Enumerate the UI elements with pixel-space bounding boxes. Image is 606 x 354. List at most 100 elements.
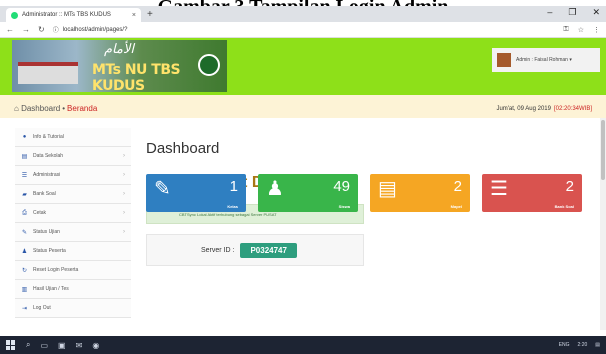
sidebar-item[interactable]: ↻ Reset Login Peserta <box>15 261 131 280</box>
sidebar-item-icon: ▰ <box>22 191 27 198</box>
key-icon[interactable]: ⚿ <box>563 26 568 34</box>
chevron-right-icon: › <box>123 229 125 235</box>
sidebar-item-label: Status Peserta <box>33 248 66 254</box>
stat-card[interactable]: ✎ 1 Kelas <box>146 174 246 212</box>
sidebar-item-label: Hasil Ujian / Tes <box>33 286 69 292</box>
user-menu[interactable]: Admin : Faisal Rohman ▾ <box>492 48 600 72</box>
forward-icon[interactable]: → <box>22 25 30 34</box>
sidebar-item-label: Administrasi <box>33 172 61 178</box>
favicon-icon <box>11 11 18 19</box>
info-icon: ⓘ <box>52 28 59 34</box>
maximize-icon[interactable]: ❐ <box>568 7 576 18</box>
school-seal-icon <box>198 54 220 76</box>
sidebar-menu: ● Info & Tutorial ▤ Data Sekolah › ☰ Administr… <box>15 128 131 318</box>
server-id-box: Server ID : P0324747 <box>146 234 364 266</box>
windows-taskbar: ⌕ ▭ ▣ ✉ ◉ ENG 2:20 ▤ <box>0 336 606 354</box>
new-tab-button[interactable]: + <box>147 8 153 22</box>
school-logo-banner: الأمام MTs NU TBS KUDUS <box>12 40 227 92</box>
sidebar-item[interactable]: ▥ Hasil Ujian / Tes <box>15 280 131 299</box>
server-id-badge: P0324747 <box>240 242 297 258</box>
search-icon[interactable]: ⌕ <box>26 340 30 350</box>
stat-card-label: Bank Soal <box>554 204 574 209</box>
stat-card-icon: ✎ <box>154 178 171 200</box>
building-image <box>18 62 78 84</box>
chevron-right-icon: › <box>123 210 125 216</box>
store-icon[interactable]: ▣ <box>58 341 66 350</box>
stat-card-icon: ♟ <box>266 178 284 200</box>
url-text: localhost/admin/pages/? <box>62 26 128 33</box>
stat-card-label: Siswa <box>338 204 350 209</box>
sidebar-item[interactable]: ☰ Administrasi › <box>15 166 131 185</box>
sidebar-item[interactable]: ♟ Status Peserta <box>15 242 131 261</box>
url-field[interactable]: ⓘ localhost/admin/pages/? <box>53 24 556 36</box>
breadcrumb-separator: • <box>62 104 66 113</box>
notification-icon[interactable]: ▤ <box>595 342 600 348</box>
tray-language[interactable]: ENG <box>559 342 570 348</box>
windows-start-icon[interactable] <box>6 340 16 350</box>
sidebar-item-icon: ♟ <box>21 248 28 255</box>
system-tray: ENG 2:20 ▤ <box>559 342 600 348</box>
back-icon[interactable]: ← <box>6 25 14 34</box>
close-window-icon[interactable]: ✕ <box>592 7 600 18</box>
stat-card[interactable]: ☰ 2 Bank Soal <box>482 174 582 212</box>
stat-card-icon: ☰ <box>490 178 508 200</box>
menu-dots-icon[interactable]: ⋮ <box>593 26 600 34</box>
sidebar-item-label: Bank Soal <box>33 191 56 197</box>
chrome-icon[interactable]: ◉ <box>92 341 99 350</box>
sidebar-item[interactable]: ✎ Status Ujian › <box>15 223 131 242</box>
mail-icon[interactable]: ✉ <box>76 341 83 350</box>
sidebar-item-label: Status Ujian <box>33 229 60 235</box>
scrollbar-thumb[interactable] <box>601 120 605 180</box>
stat-card[interactable]: ♟ 49 Siswa <box>258 174 358 212</box>
sidebar-item[interactable]: ● Info & Tutorial <box>15 128 131 147</box>
sidebar-item-icon: ⇥ <box>21 305 28 312</box>
sidebar-item-label: Data Sekolah <box>33 153 64 159</box>
address-bar: ← → ↻ ⓘ localhost/admin/pages/? ⚿ ☆ ⋮ <box>0 22 606 38</box>
home-icon: ⌂ <box>14 104 19 113</box>
stat-card-value: 1 <box>229 178 238 195</box>
page-title: Dashboard <box>146 140 220 157</box>
chevron-right-icon: › <box>123 153 125 159</box>
sidebar-item-label: Cetak <box>33 210 47 216</box>
stat-cards: ✎ 1 Kelas ♟ 49 Siswa ▤ 2 Mapel ☰ 2 Bank Soal <box>146 174 592 212</box>
tray-clock[interactable]: 2:20 <box>578 342 588 348</box>
task-view-icon[interactable]: ▭ <box>40 341 48 350</box>
star-icon[interactable]: ☆ <box>578 26 584 34</box>
chevron-right-icon: › <box>123 172 125 178</box>
stat-card-value: 2 <box>453 178 462 195</box>
sidebar-item-icon: ● <box>22 134 27 140</box>
sidebar-item-icon: ↻ <box>21 267 28 274</box>
stat-card-label: Mapel <box>450 204 462 209</box>
sidebar-item[interactable]: ▤ Data Sekolah › <box>15 147 131 166</box>
breadcrumb-current: Beranda <box>67 104 98 113</box>
sidebar-item-icon: ✎ <box>21 229 28 236</box>
tab-title: Administrator :: MTs TBS KUDUS <box>22 12 111 18</box>
sidebar-item-icon: ▥ <box>21 286 28 293</box>
site-header: الأمام MTs NU TBS KUDUS Admin : Faisal R… <box>0 38 606 95</box>
sidebar-item[interactable]: ⎙ Cetak › <box>15 204 131 223</box>
window-controls: – ❐ ✕ <box>547 7 600 18</box>
logo-script: الأمام <box>104 42 134 57</box>
breadcrumb-home[interactable]: ⌂ Dashboard <box>14 104 60 113</box>
main-area: ● Info & Tutorial ▤ Data Sekolah › ☰ Administr… <box>0 118 606 330</box>
date-display: Jum'at, 09 Aug 2019 <box>496 105 551 112</box>
page-scrollbar[interactable] <box>600 118 606 330</box>
sidebar-item-icon: ▤ <box>21 153 28 160</box>
sidebar-item[interactable]: ⇥ Log Out <box>15 299 131 318</box>
stat-card-label: Kelas <box>227 204 238 209</box>
tab-close-icon[interactable]: × <box>132 12 136 19</box>
sidebar-item-label: Log Out <box>33 305 51 311</box>
stat-card[interactable]: ▤ 2 Mapel <box>370 174 470 212</box>
chevron-right-icon: › <box>123 191 125 197</box>
sidebar-item-label: Reset Login Peserta <box>33 267 79 273</box>
reload-icon[interactable]: ↻ <box>38 25 45 34</box>
time-display: [02:20:34WIB] <box>553 105 592 112</box>
stat-card-icon: ▤ <box>378 178 397 200</box>
browser-tab[interactable]: Administrator :: MTs TBS KUDUS × <box>6 8 141 22</box>
sidebar-item[interactable]: ▰ Bank Soal › <box>15 185 131 204</box>
avatar <box>497 53 511 67</box>
tab-bar: Administrator :: MTs TBS KUDUS × + – ❐ ✕ <box>0 6 606 22</box>
server-id-label: Server ID : <box>201 246 235 254</box>
sidebar-item-label: Info & Tutorial <box>33 134 64 140</box>
minimize-icon[interactable]: – <box>547 7 552 18</box>
